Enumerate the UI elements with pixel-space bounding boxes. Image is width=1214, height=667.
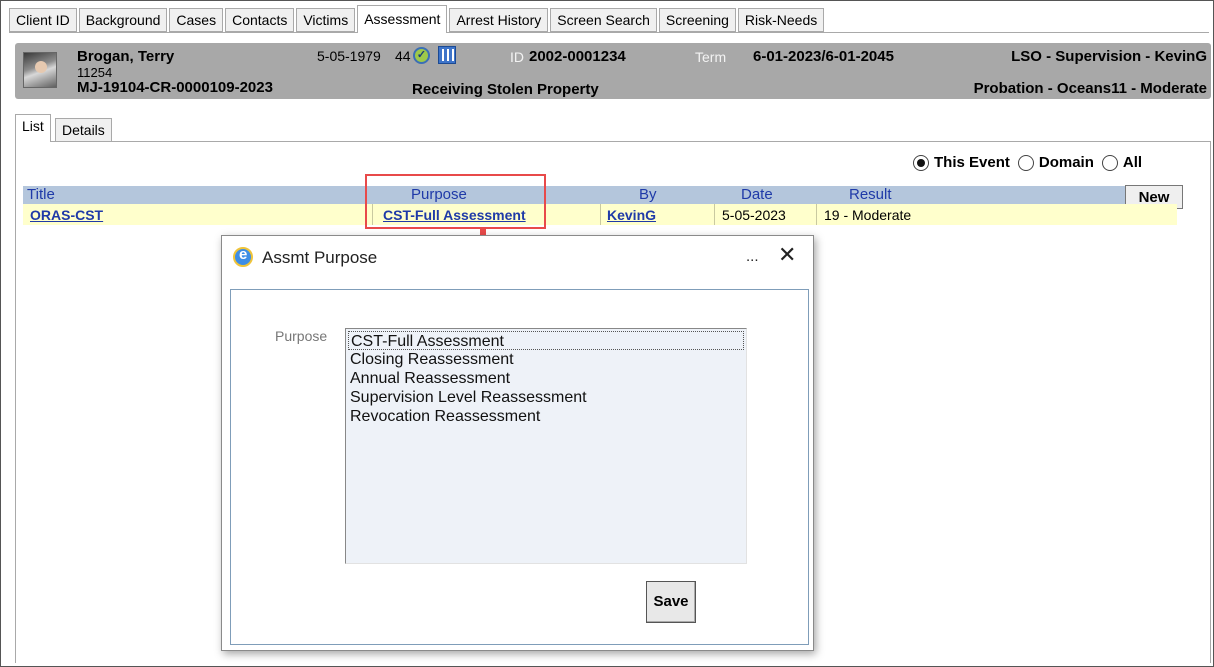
- column-header-result[interactable]: Result: [849, 186, 892, 204]
- term-value: 6-01-2023/6-01-2045: [753, 48, 894, 65]
- list-item[interactable]: Annual Reassessment: [348, 369, 744, 388]
- tab-victims[interactable]: Victims: [296, 8, 356, 32]
- radio-label: This Event: [934, 154, 1010, 171]
- list-item[interactable]: Closing Reassessment: [348, 350, 744, 369]
- browser-icon: [233, 246, 253, 267]
- cell-divider: [816, 204, 817, 225]
- tab-background[interactable]: Background: [78, 8, 168, 32]
- tab-assessment[interactable]: Assessment: [357, 5, 448, 33]
- tab-risk-needs[interactable]: Risk-Needs: [737, 8, 825, 32]
- dialog-title: Assmt Purpose: [262, 248, 378, 267]
- id-label: ID: [510, 49, 524, 65]
- offense: Receiving Stolen Property: [412, 81, 599, 98]
- list-item[interactable]: CST-Full Assessment: [348, 331, 744, 350]
- avatar: [23, 52, 57, 88]
- dialog-body: Purpose CST-Full Assessment Closing Reas…: [230, 289, 809, 645]
- client-number: 11254: [77, 65, 113, 80]
- term-label: Term: [695, 49, 727, 65]
- purpose-listbox[interactable]: CST-Full Assessment Closing Reassessment…: [345, 328, 747, 564]
- lso-info: LSO - Supervision - KevinG: [1011, 48, 1207, 65]
- client-header: Brogan, Terry 11254 MJ-19104-CR-0000109-…: [15, 43, 1211, 99]
- radio-button[interactable]: [1017, 154, 1034, 171]
- tab-list[interactable]: List: [15, 114, 51, 142]
- grid-header: Title Purpose By Date Result: [23, 186, 1177, 204]
- tab-arrest-history[interactable]: Arrest History: [449, 8, 549, 32]
- columns-icon[interactable]: [438, 46, 456, 64]
- radio-label: All: [1122, 154, 1143, 171]
- cell-divider: [600, 204, 601, 225]
- list-item[interactable]: Supervision Level Reassessment: [348, 388, 744, 407]
- column-header-title[interactable]: Title: [27, 186, 55, 204]
- row-result: 19 - Moderate: [824, 207, 912, 223]
- purpose-label: Purpose: [275, 328, 328, 344]
- highlight-annotation: [365, 174, 546, 229]
- radio-button[interactable]: [1101, 154, 1118, 171]
- radio-all[interactable]: All: [1101, 154, 1143, 171]
- tab-screen-search[interactable]: Screen Search: [550, 8, 657, 32]
- column-header-date[interactable]: Date: [741, 186, 773, 204]
- app-window: Client ID Background Cases Contacts Vict…: [0, 0, 1214, 667]
- date-of-birth: 5-05-1979: [317, 48, 381, 64]
- tab-contacts[interactable]: Contacts: [225, 8, 295, 32]
- radio-this-event[interactable]: This Event: [913, 154, 1010, 171]
- radio-label: Domain: [1038, 154, 1094, 171]
- tab-client-id[interactable]: Client ID: [9, 8, 77, 32]
- radio-domain[interactable]: Domain: [1017, 154, 1094, 171]
- row-date: 5-05-2023: [722, 207, 786, 223]
- cell-divider: [714, 204, 715, 225]
- list-item[interactable]: Revocation Reassessment: [348, 407, 744, 426]
- id-value: 2002-0001234: [529, 48, 626, 65]
- radio-button[interactable]: [913, 154, 929, 171]
- column-header-by[interactable]: By: [639, 186, 657, 204]
- tab-details[interactable]: Details: [55, 118, 112, 142]
- save-button[interactable]: Save: [646, 581, 696, 623]
- client-name: Brogan, Terry: [77, 48, 175, 65]
- client-age: 44: [395, 48, 411, 64]
- close-icon[interactable]: ✕: [778, 244, 796, 266]
- case-number: MJ-19104-CR-0000109-2023: [77, 79, 273, 96]
- check-circle-icon[interactable]: ✓: [413, 47, 430, 64]
- more-options-button[interactable]: ...: [746, 248, 759, 265]
- row-by-link[interactable]: KevinG: [607, 206, 656, 224]
- table-row[interactable]: ORAS-CST CST-Full Assessment KevinG 5-05…: [23, 204, 1177, 225]
- main-tabs: Client ID Background Cases Contacts Vict…: [9, 5, 826, 33]
- tab-divider: [9, 32, 1209, 33]
- tab-cases[interactable]: Cases: [169, 8, 224, 32]
- probation-info: Probation - Oceans11 - Moderate: [973, 80, 1207, 97]
- assmt-purpose-dialog: Assmt Purpose ... ✕ Purpose CST-Full Ass…: [221, 235, 814, 651]
- event-filter: This Event Domain All: [913, 154, 1150, 171]
- row-title-link[interactable]: ORAS-CST: [30, 206, 103, 224]
- tab-screening[interactable]: Screening: [658, 8, 736, 32]
